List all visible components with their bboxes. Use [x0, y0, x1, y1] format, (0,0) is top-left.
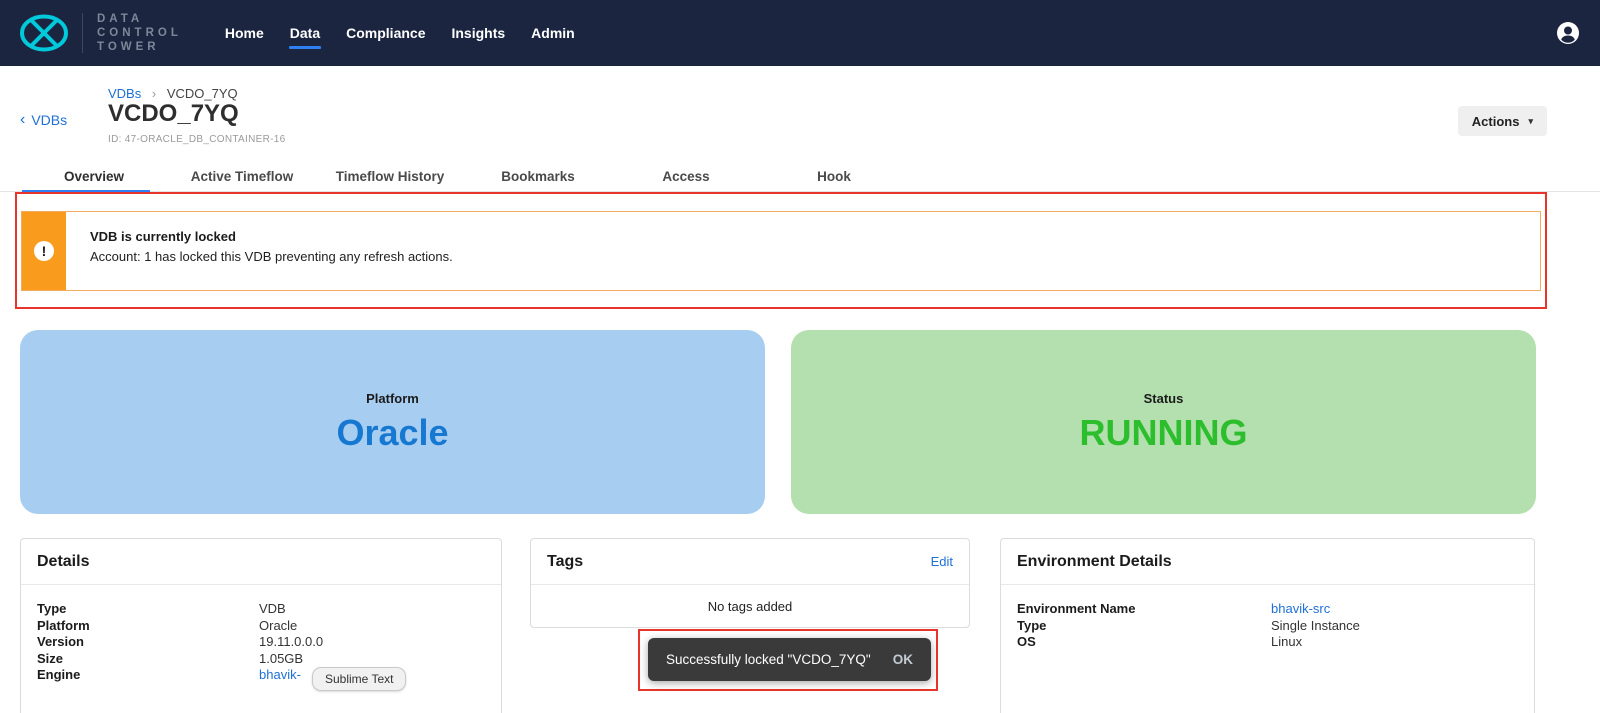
nav-item-home[interactable]: Home: [212, 0, 277, 66]
alert-message: Account: 1 has locked this VDB preventin…: [90, 249, 453, 264]
environment-panel-header: Environment Details: [1001, 539, 1534, 585]
detail-row-version: Version 19.11.0.0.0: [37, 634, 485, 651]
tab-access[interactable]: Access: [612, 163, 760, 191]
os-tooltip-sublime-text: Sublime Text: [312, 667, 406, 691]
alert-icon-block: !: [22, 212, 66, 290]
nav-item-compliance[interactable]: Compliance: [333, 0, 438, 66]
environment-panel-title: Environment Details: [1017, 553, 1172, 571]
details-panel-title: Details: [37, 553, 89, 571]
brand-text: DATA CONTROL TOWER: [97, 12, 182, 54]
platform-card-value: Oracle: [336, 412, 448, 454]
tab-overview[interactable]: Overview: [20, 163, 168, 191]
nav-item-admin[interactable]: Admin: [518, 0, 588, 66]
env-row-type: Type Single Instance: [1017, 618, 1518, 635]
tab-bookmarks[interactable]: Bookmarks: [464, 163, 612, 191]
engine-link[interactable]: bhavik-: [259, 667, 301, 684]
tags-empty-text: No tags added: [531, 585, 969, 627]
main-nav: Home Data Compliance Insights Admin: [212, 0, 588, 66]
status-card-value: RUNNING: [1080, 412, 1248, 454]
status-card-label: Status: [1144, 391, 1184, 406]
brand-line-2: CONTROL: [97, 26, 182, 40]
page-title: VCDO_7YQ: [108, 100, 239, 128]
chevron-down-icon: ▾: [1528, 116, 1533, 127]
page-id-subtitle: ID: 47-ORACLE_DB_CONTAINER-16: [108, 134, 285, 145]
tab-timeflow-history[interactable]: Timeflow History: [316, 163, 464, 191]
tags-panel-title: Tags: [547, 553, 583, 571]
details-panel-header: Details: [21, 539, 501, 585]
env-row-os: OS Linux: [1017, 634, 1518, 651]
page: DATA CONTROL TOWER Home Data Compliance …: [0, 0, 1600, 713]
toast-ok-button[interactable]: OK: [893, 652, 913, 667]
brand-line-1: DATA: [97, 12, 182, 26]
warning-icon: !: [34, 241, 54, 261]
toast-message: Successfully locked "VCDO_7YQ": [666, 652, 871, 667]
details-panel-body: Type VDB Platform Oracle Version 19.11.0…: [21, 585, 501, 700]
environment-panel-body: Environment Name bhavik-src Type Single …: [1001, 585, 1534, 667]
tab-active-timeflow[interactable]: Active Timeflow: [168, 163, 316, 191]
env-row-name: Environment Name bhavik-src: [1017, 601, 1518, 618]
back-link-label: VDBs: [31, 112, 67, 128]
breadcrumb: VDBs › VCDO_7YQ: [108, 86, 238, 101]
brand-line-3: TOWER: [97, 40, 182, 54]
tags-panel: Tags Edit No tags added: [530, 538, 970, 628]
tab-hook[interactable]: Hook: [760, 163, 908, 191]
tab-bar: Overview Active Timeflow Timeflow Histor…: [0, 163, 1600, 192]
tags-panel-header: Tags Edit: [531, 539, 969, 585]
chevron-left-icon: ‹: [20, 113, 25, 127]
success-toast: Successfully locked "VCDO_7YQ" OK: [648, 638, 931, 681]
detail-row-platform: Platform Oracle: [37, 618, 485, 635]
nav-item-insights[interactable]: Insights: [438, 0, 518, 66]
platform-card: Platform Oracle: [20, 330, 765, 514]
status-card: Status RUNNING: [791, 330, 1536, 514]
environment-name-link[interactable]: bhavik-src: [1271, 601, 1330, 618]
alert-title: VDB is currently locked: [90, 229, 453, 244]
back-link-vdbs[interactable]: ‹ VDBs: [20, 112, 67, 128]
breadcrumb-vdbs-link[interactable]: VDBs: [108, 86, 141, 101]
detail-row-engine: Engine bhavik-: [37, 667, 485, 684]
brand-divider: [82, 13, 83, 53]
nav-item-data[interactable]: Data: [277, 0, 333, 66]
actions-button[interactable]: Actions ▾: [1458, 106, 1547, 136]
alert-body: VDB is currently locked Account: 1 has l…: [66, 212, 477, 290]
brand[interactable]: DATA CONTROL TOWER: [18, 12, 182, 54]
account-icon[interactable]: [1556, 21, 1580, 45]
actions-button-label: Actions: [1472, 114, 1520, 129]
dct-logo-icon: [18, 12, 70, 54]
platform-card-label: Platform: [366, 391, 419, 406]
breadcrumb-separator: ›: [152, 86, 156, 101]
breadcrumb-current: VCDO_7YQ: [167, 86, 238, 101]
detail-row-type: Type VDB: [37, 601, 485, 618]
details-panel: Details Type VDB Platform Oracle Version…: [20, 538, 502, 713]
locked-alert-banner: ! VDB is currently locked Account: 1 has…: [21, 211, 1541, 291]
tags-edit-link[interactable]: Edit: [931, 554, 953, 569]
detail-row-size: Size 1.05GB: [37, 651, 485, 668]
top-nav: DATA CONTROL TOWER Home Data Compliance …: [0, 0, 1600, 66]
environment-panel: Environment Details Environment Name bha…: [1000, 538, 1535, 713]
